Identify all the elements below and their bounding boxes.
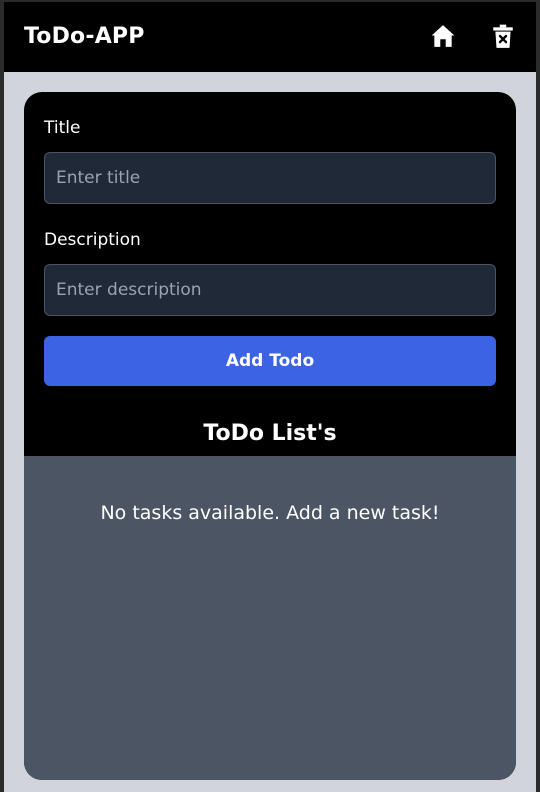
todo-list-heading: ToDo List's: [203, 421, 337, 446]
app-brand[interactable]: ToDo-APP: [24, 24, 145, 49]
add-todo-button[interactable]: Add Todo: [44, 336, 496, 386]
empty-state-message: No tasks available. Add a new task!: [100, 502, 440, 524]
description-input[interactable]: [44, 264, 496, 316]
todo-card: Title Description Add Todo ToDo List's N…: [24, 92, 516, 780]
navbar: ToDo-APP: [0, 0, 540, 72]
title-input[interactable]: [44, 152, 496, 204]
nav-icons: [430, 23, 516, 49]
trash-icon[interactable]: [490, 23, 516, 49]
todo-form: Title Description Add Todo: [24, 92, 516, 386]
home-icon[interactable]: [430, 23, 456, 49]
description-label: Description: [44, 230, 141, 250]
title-label: Title: [44, 118, 81, 138]
todo-list: No tasks available. Add a new task!: [24, 456, 516, 780]
